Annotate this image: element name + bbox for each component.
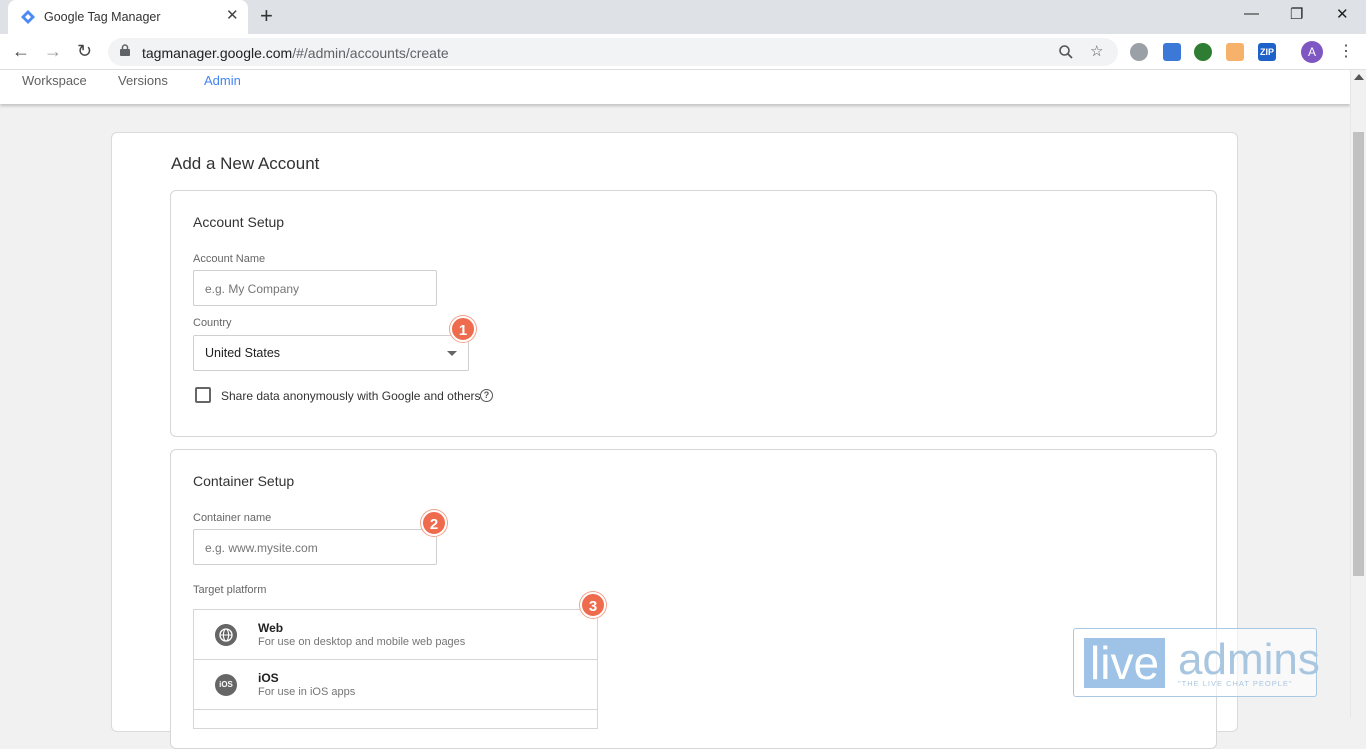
watermark-tagline: "THE LIVE CHAT PEOPLE": [1178, 679, 1293, 688]
forward-arrow-icon[interactable]: →: [44, 40, 62, 62]
globe-icon[interactable]: [1130, 43, 1148, 61]
globe-icon: [215, 624, 237, 646]
minimize-button[interactable]: —: [1244, 5, 1259, 22]
platform-option-ios[interactable]: iOS iOS For use in iOS apps: [194, 660, 597, 710]
share-data-label: Share data anonymously with Google and o…: [221, 389, 481, 403]
tab-title: Google Tag Manager: [44, 10, 161, 24]
annotation-badge-3: 3: [580, 592, 606, 618]
tab-workspace[interactable]: Workspace: [22, 73, 87, 88]
earth-icon[interactable]: [1194, 43, 1212, 61]
zoom-icon[interactable]: [1058, 44, 1074, 60]
watermark-live: live: [1084, 638, 1166, 688]
account-setup-section: Account Setup Account Name e.g. My Compa…: [170, 190, 1217, 437]
page-title: Add a New Account: [171, 154, 320, 173]
close-tab-icon[interactable]: ✕: [226, 8, 239, 24]
new-account-card: Add a New Account Account Setup Account …: [111, 132, 1238, 749]
zip-icon[interactable]: ZIP: [1258, 43, 1276, 61]
restore-button[interactable]: ❐: [1290, 5, 1303, 23]
close-window-button[interactable]: ✕: [1336, 5, 1349, 23]
watermark-admins: admins: [1178, 635, 1320, 684]
tab-admin[interactable]: Admin: [204, 73, 241, 88]
browser-tab[interactable]: Google Tag Manager ✕: [8, 0, 248, 34]
profile-avatar[interactable]: A: [1301, 41, 1323, 63]
page-scrollbar[interactable]: [1350, 70, 1366, 717]
account-name-placeholder: e.g. My Company: [205, 282, 300, 296]
chevron-down-icon: [447, 351, 457, 356]
tab-versions[interactable]: Versions: [118, 73, 168, 88]
platform-description: For use in iOS apps: [258, 686, 356, 698]
share-data-checkbox[interactable]: [195, 387, 211, 403]
container-name-input[interactable]: e.g. www.mysite.com: [193, 529, 437, 565]
ios-icon: iOS: [215, 674, 237, 696]
scroll-thumb[interactable]: [1353, 132, 1364, 576]
platform-description: For use on desktop and mobile web pages: [258, 636, 466, 648]
new-tab-button[interactable]: +: [260, 5, 273, 27]
app-nav-bar: Workspace Versions Admin: [0, 70, 1350, 104]
target-platform-label: Target platform: [193, 584, 267, 596]
browser-menu-icon[interactable]: ⋮: [1338, 41, 1354, 61]
url-text: tagmanager.google.com/#/admin/accounts/c…: [142, 45, 449, 61]
color-picker-icon[interactable]: [1226, 43, 1244, 61]
container-setup-heading: Container Setup: [193, 473, 295, 489]
container-setup-section: Container Setup Container name e.g. www.…: [170, 449, 1217, 749]
platform-option-web[interactable]: Web For use on desktop and mobile web pa…: [194, 610, 597, 660]
liveadmins-watermark: live admins "THE LIVE CHAT PEOPLE": [1073, 628, 1320, 697]
reload-icon[interactable]: ↻: [77, 40, 92, 62]
annotation-badge-1: 1: [450, 316, 476, 342]
annotation-badge-2: 2: [421, 510, 447, 536]
page-translate-icon[interactable]: [1163, 43, 1181, 61]
platform-name: Web: [258, 621, 284, 635]
scroll-up-arrow-icon[interactable]: [1354, 74, 1364, 80]
back-arrow-icon[interactable]: ←: [12, 40, 30, 62]
bookmark-star-icon[interactable]: ☆: [1090, 42, 1103, 60]
country-select[interactable]: United States: [193, 335, 469, 371]
container-name-placeholder: e.g. www.mysite.com: [205, 541, 318, 555]
account-setup-heading: Account Setup: [193, 214, 285, 230]
account-name-input[interactable]: e.g. My Company: [193, 270, 437, 306]
browser-toolbar: ← → ↻ tagmanager.google.com/#/admin/acco…: [0, 34, 1366, 70]
container-name-label: Container name: [193, 512, 272, 524]
help-icon[interactable]: ?: [480, 389, 493, 402]
address-bar[interactable]: tagmanager.google.com/#/admin/accounts/c…: [108, 38, 1118, 66]
lock-icon: [120, 44, 130, 56]
platform-list: Web For use on desktop and mobile web pa…: [193, 609, 598, 729]
country-label: Country: [193, 317, 232, 329]
gtm-logo-icon: [21, 10, 35, 24]
platform-name: iOS: [258, 671, 279, 685]
browser-tab-strip: Google Tag Manager ✕ + — ❐ ✕: [0, 0, 1366, 34]
account-name-label: Account Name: [193, 253, 266, 265]
country-value: United States: [205, 346, 281, 360]
